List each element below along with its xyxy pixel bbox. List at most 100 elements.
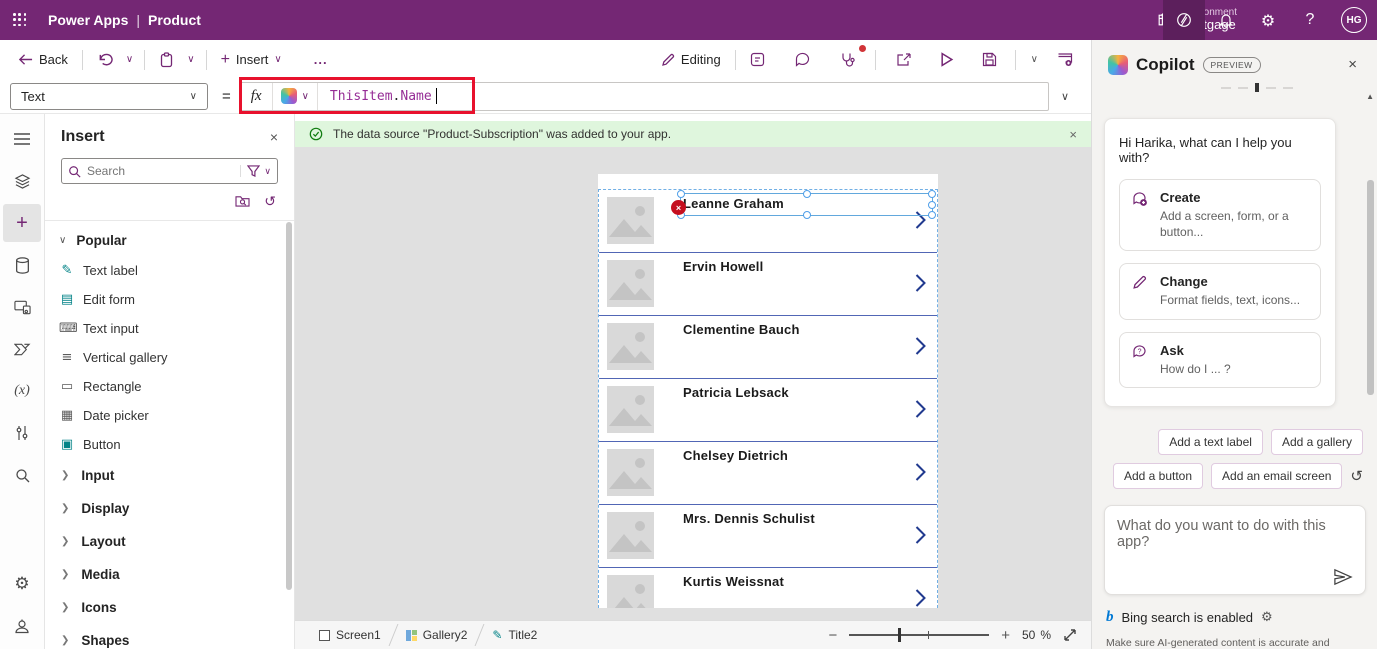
gallery-item-title[interactable]: Kurtis Weissnat bbox=[683, 574, 784, 589]
send-icon[interactable] bbox=[1333, 568, 1353, 586]
resize-handle[interactable] bbox=[677, 190, 685, 198]
breadcrumb-title2[interactable]: ✎ Title2 bbox=[482, 621, 547, 649]
formula-expand-chevron[interactable]: ∨ bbox=[1049, 90, 1081, 103]
rail-controls-button[interactable] bbox=[3, 414, 41, 452]
breadcrumb-screen1[interactable]: Screen1 bbox=[309, 621, 391, 649]
insert-item[interactable]: ✎ Text label bbox=[45, 256, 294, 285]
image-placeholder-icon[interactable] bbox=[607, 323, 654, 370]
avatar[interactable]: HG bbox=[1341, 7, 1367, 33]
image-placeholder-icon[interactable] bbox=[607, 197, 654, 244]
rail-menu-button[interactable] bbox=[3, 120, 41, 158]
copilot-scrollbar[interactable] bbox=[1367, 180, 1374, 395]
insert-menu-button[interactable]: + Insert ∨ bbox=[213, 46, 290, 74]
rail-settings-button[interactable]: ⚙ bbox=[3, 565, 41, 603]
chevron-right-icon[interactable] bbox=[914, 336, 927, 356]
rail-search-button[interactable] bbox=[3, 456, 41, 494]
insert-item[interactable]: ▣ Button bbox=[45, 430, 294, 459]
chevron-right-icon[interactable] bbox=[914, 273, 927, 293]
gallery-item-title[interactable]: Chelsey Dietrich bbox=[683, 448, 788, 463]
insert-item[interactable]: ▤ Edit form bbox=[45, 285, 294, 314]
filter-button[interactable]: ∨ bbox=[240, 165, 271, 177]
paste-button[interactable] bbox=[151, 47, 182, 73]
gallery-row[interactable]: Mrs. Dennis Schulist bbox=[599, 505, 937, 568]
suggestion-pill[interactable]: Add a text label bbox=[1158, 429, 1263, 455]
canvas-area[interactable]: Leanne Graham bbox=[295, 147, 1091, 620]
rail-variables-button[interactable]: (x) bbox=[3, 372, 41, 410]
copilot-close-icon[interactable]: × bbox=[1342, 54, 1363, 75]
resize-handle[interactable] bbox=[928, 211, 936, 219]
suggestion-pill[interactable]: Add an email screen bbox=[1211, 463, 1342, 489]
app-checker-button[interactable] bbox=[832, 47, 863, 73]
insert-panel-close-icon[interactable]: × bbox=[270, 129, 278, 145]
insert-item[interactable]: ≡ Vertical gallery bbox=[45, 343, 294, 372]
gallery-row[interactable]: Clementine Bauch bbox=[599, 316, 937, 379]
insert-section-header[interactable]: ❯ Input bbox=[45, 459, 294, 492]
error-badge[interactable]: × bbox=[671, 200, 686, 215]
zoom-in-button[interactable]: + bbox=[1001, 627, 1010, 644]
insert-item[interactable]: ▦ Date picker bbox=[45, 401, 294, 430]
save-dropdown-chevron[interactable]: ∨ bbox=[1026, 50, 1043, 69]
formula-copilot-button[interactable]: ∨ bbox=[273, 83, 318, 110]
gallery-item-title[interactable]: Mrs. Dennis Schulist bbox=[683, 511, 815, 526]
insert-panel-scrollbar[interactable] bbox=[286, 222, 292, 590]
formula-text[interactable]: ThisItem.Name bbox=[318, 88, 437, 104]
gallery-item-title[interactable]: Clementine Bauch bbox=[683, 322, 800, 337]
zoom-slider[interactable] bbox=[849, 628, 989, 642]
publish-button[interactable] bbox=[1049, 47, 1081, 72]
insert-search-input[interactable] bbox=[87, 164, 240, 178]
copilot-create-card[interactable]: Create Add a screen, form, or a button..… bbox=[1119, 179, 1321, 251]
rail-power-automate-button[interactable] bbox=[3, 330, 41, 368]
zoom-slider-thumb[interactable] bbox=[898, 628, 901, 642]
insert-item[interactable]: ▭ Rectangle bbox=[45, 372, 294, 401]
gallery-row[interactable]: Leanne Graham bbox=[599, 190, 937, 253]
suggestion-pill[interactable]: Add a button bbox=[1113, 463, 1203, 489]
rail-data-button[interactable] bbox=[3, 246, 41, 284]
chevron-right-icon[interactable] bbox=[914, 588, 927, 608]
suggestion-pill[interactable]: Add a gallery bbox=[1271, 429, 1363, 455]
rail-tree-view-button[interactable] bbox=[3, 162, 41, 200]
insert-item[interactable]: ⌨ Text input bbox=[45, 314, 294, 343]
gallery-control[interactable]: Leanne Graham bbox=[598, 189, 938, 608]
popular-section-header[interactable]: ∨ Popular bbox=[45, 221, 294, 256]
gallery-row[interactable]: Kurtis Weissnat bbox=[599, 568, 937, 608]
resize-handle[interactable] bbox=[803, 211, 811, 219]
formula-input[interactable]: fx ∨ ThisItem.Name bbox=[240, 82, 1049, 111]
chevron-right-icon[interactable] bbox=[914, 462, 927, 482]
resize-handle[interactable] bbox=[928, 190, 936, 198]
browse-components-icon[interactable] bbox=[235, 194, 250, 210]
editing-mode-button[interactable]: Editing bbox=[653, 47, 729, 72]
notification-close-icon[interactable]: × bbox=[1069, 127, 1077, 142]
image-placeholder-icon[interactable] bbox=[607, 449, 654, 496]
fit-to-window-icon[interactable] bbox=[1063, 628, 1077, 642]
image-placeholder-icon[interactable] bbox=[607, 386, 654, 433]
insert-search-box[interactable]: ∨ bbox=[61, 158, 278, 184]
zoom-out-button[interactable]: − bbox=[828, 627, 837, 644]
back-button[interactable]: Back bbox=[10, 47, 76, 72]
resize-handle[interactable] bbox=[803, 190, 811, 198]
resize-handle[interactable] bbox=[928, 201, 936, 209]
save-button[interactable] bbox=[974, 47, 1005, 72]
insert-section-header[interactable]: ❯ Icons bbox=[45, 591, 294, 624]
help-button[interactable]: ? bbox=[1289, 0, 1331, 40]
image-placeholder-icon[interactable] bbox=[607, 260, 654, 307]
app-settings-button[interactable] bbox=[742, 47, 773, 72]
app-screen[interactable]: Leanne Graham bbox=[598, 174, 938, 608]
chevron-right-icon[interactable] bbox=[914, 525, 927, 545]
image-placeholder-icon[interactable] bbox=[607, 512, 654, 559]
gallery-row[interactable]: Chelsey Dietrich bbox=[599, 442, 937, 505]
settings-button[interactable]: ⚙ bbox=[1247, 0, 1289, 40]
undo-dropdown-chevron[interactable]: ∨ bbox=[121, 50, 138, 69]
copilot-ask-card[interactable]: ? Ask How do I ... ? bbox=[1119, 332, 1321, 388]
bing-settings-gear-icon[interactable]: ⚙ bbox=[1261, 610, 1273, 625]
copilot-change-card[interactable]: Change Format fields, text, icons... bbox=[1119, 263, 1321, 319]
insert-section-header[interactable]: ❯ Layout bbox=[45, 525, 294, 558]
gallery-item-title[interactable]: Patricia Lebsack bbox=[683, 385, 789, 400]
undo-button[interactable] bbox=[89, 47, 121, 72]
waffle-menu-icon[interactable] bbox=[0, 0, 40, 40]
rail-media-button[interactable] bbox=[3, 288, 41, 326]
property-selector[interactable]: Text ∨ bbox=[10, 83, 208, 110]
insert-section-header[interactable]: ❯ Shapes bbox=[45, 624, 294, 649]
preview-button[interactable] bbox=[932, 47, 962, 72]
copilot-nav-button[interactable] bbox=[1163, 0, 1205, 40]
paste-dropdown-chevron[interactable]: ∨ bbox=[182, 50, 199, 69]
